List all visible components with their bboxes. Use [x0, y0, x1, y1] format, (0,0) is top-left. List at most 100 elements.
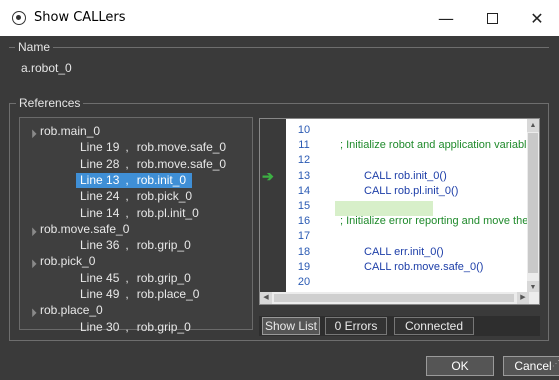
tree-item[interactable]: Line 14, rob.pl.init_0 [76, 206, 205, 221]
tree-item-separator: , [125, 156, 129, 171]
code-line[interactable]: 12 [260, 153, 530, 168]
tree-item-target: rob.grip_0 [136, 270, 191, 285]
tree-item[interactable]: Line 28, rob.move.safe_0 [76, 157, 232, 172]
code-text: CALL rob.pl.init_0() [364, 184, 459, 197]
tree-item-target: rob.move.safe_0 [136, 156, 227, 171]
tree-item-line: Line 14 [80, 205, 120, 220]
references-group-label: References [16, 96, 84, 110]
minimize-button[interactable]: — [423, 0, 469, 36]
code-line[interactable]: ➔ 13 CALL rob.init_0() [260, 167, 530, 184]
line-number: 13 [297, 169, 311, 182]
code-text: ; Initialize error reporting and move th… [340, 215, 529, 228]
tree-node[interactable]: ◢ rob.place_0 [27, 303, 103, 318]
tree-item-line: Line 19 [80, 140, 120, 155]
vertical-scrollbar[interactable]: ▲ ▼ [527, 119, 539, 294]
tree-item-target: rob.pl.init_0 [136, 205, 199, 220]
code-status-bar: Show List 0 Errors Connected [259, 316, 540, 336]
resize-grip-icon[interactable]: ⋰ [552, 355, 559, 373]
code-text: CALL rob.init_0() [364, 169, 447, 182]
code-pane[interactable]: 10 11 ; Initialize robot and application v… [259, 118, 540, 305]
code-line[interactable]: 18 CALL err.init_0() [260, 245, 530, 260]
tree-node[interactable]: ◢ rob.move.safe_0 [27, 221, 130, 237]
tree-node-label: rob.main_0 [40, 124, 101, 138]
line-number: 16 [297, 215, 311, 228]
line-number: 17 [297, 230, 311, 243]
app-icon [12, 11, 26, 25]
tree-item[interactable]: Line 30, rob.grip_0 [76, 320, 197, 335]
line-number: 11 [298, 139, 310, 152]
tree-item[interactable]: Line 36, rob.grip_0 [76, 238, 197, 253]
tree-item-line: Line 45 [80, 270, 120, 285]
name-group: Name a.robot_0 [9, 40, 549, 85]
horizontal-scroll-thumb[interactable] [274, 294, 514, 302]
tree-item-separator: , [125, 238, 129, 253]
name-value: a.robot_0 [21, 61, 72, 75]
tree-item[interactable]: Line 45, rob.grip_0 [76, 271, 197, 286]
tree-item[interactable]: Line 24, rob.pick_0 [76, 189, 198, 204]
errors-indicator: 0 Errors [325, 317, 387, 335]
code-line[interactable]: 16 ; Initialize error reporting and move … [260, 214, 530, 229]
code-text: ; Initialize robot and application varia… [340, 139, 527, 152]
tree-item[interactable]: Line 19, rob.move.safe_0 [76, 140, 232, 155]
vertical-scroll-thumb[interactable] [528, 133, 538, 273]
code-line[interactable]: 20 [260, 275, 530, 290]
code-line[interactable]: 11 ; Initialize robot and application var… [260, 138, 530, 153]
tree-item-selected[interactable]: Line 13, rob.init_0 [76, 172, 193, 188]
tree-item-target: rob.grip_0 [136, 319, 191, 334]
line-number: 20 [297, 276, 311, 288]
code-line[interactable]: 10 [260, 123, 530, 138]
title-bar: Show CALLers — ✕ [0, 0, 559, 36]
line-number: 10 [297, 124, 311, 136]
line-number: 18 [297, 245, 311, 258]
current-line-arrow-icon: ➔ [262, 167, 274, 184]
window-title: Show CALLers [34, 10, 126, 25]
line-number: 12 [297, 154, 311, 167]
code-line[interactable]: 19 CALL rob.move.safe_0() [260, 260, 530, 275]
tree-item-target: rob.place_0 [136, 287, 200, 301]
ok-button[interactable]: OK [426, 356, 494, 376]
tree-item-separator: , [125, 189, 129, 204]
tree-item-target: rob.pick_0 [136, 189, 193, 204]
code-line[interactable]: 15 [260, 199, 530, 214]
tree-item-separator: , [125, 172, 129, 187]
tree-item-separator: , [125, 205, 129, 220]
cancel-button-label: Cancel [514, 359, 552, 373]
tree-item-target: rob.move.safe_0 [136, 140, 227, 155]
tree-item-separator: , [125, 287, 129, 301]
tree-item[interactable]: Line 49, rob.place_0 [76, 287, 205, 302]
code-line[interactable]: 17 [260, 229, 530, 244]
tree-item-target: rob.grip_0 [136, 238, 191, 253]
tree-item-line: Line 36 [80, 238, 120, 253]
tree-node[interactable]: ◢ rob.pick_0 [27, 254, 96, 269]
tree-item-line: Line 28 [80, 156, 120, 171]
tree-item-line: Line 13 [80, 172, 120, 187]
tree-item-separator: , [125, 319, 129, 334]
tree-item-separator: , [125, 270, 129, 285]
maximize-icon [486, 12, 498, 24]
references-group: References ◢ rob.main_0 Line 19, rob.move.s… [9, 96, 549, 341]
tree-item-separator: , [125, 140, 129, 155]
line-number: 15 [297, 200, 311, 212]
code-text: CALL err.init_0() [364, 245, 444, 258]
line-number: 14 [297, 184, 311, 197]
maximize-button[interactable] [469, 0, 515, 36]
scroll-left-icon[interactable]: ◀ [260, 292, 272, 304]
caller-tree[interactable]: ◢ rob.main_0 Line 19, rob.move.safe_0 Line 2… [19, 117, 253, 334]
line-number: 19 [297, 260, 311, 273]
scroll-up-icon[interactable]: ▲ [527, 119, 539, 132]
close-button[interactable]: ✕ [514, 0, 559, 36]
tree-node-label: rob.move.safe_0 [40, 221, 130, 236]
tree-node[interactable]: ◢ rob.main_0 [27, 124, 101, 139]
scroll-right-icon[interactable]: ▶ [517, 292, 529, 304]
tree-item-line: Line 49 [80, 287, 120, 301]
tree-item-line: Line 30 [80, 319, 120, 334]
code-line[interactable]: 14 CALL rob.pl.init_0() [260, 184, 530, 199]
horizontal-scrollbar[interactable]: ◀ ▶ [260, 292, 539, 304]
show-list-button[interactable]: Show List [262, 317, 320, 335]
tree-item-target: rob.init_0 [136, 172, 187, 187]
code-text: CALL rob.move.safe_0() [364, 260, 484, 273]
cancel-button[interactable]: Cancel ⋰ [503, 356, 559, 376]
tree-node-label: rob.pick_0 [40, 254, 96, 269]
tree-node-label: rob.place_0 [40, 303, 103, 318]
name-group-label: Name [15, 40, 54, 54]
